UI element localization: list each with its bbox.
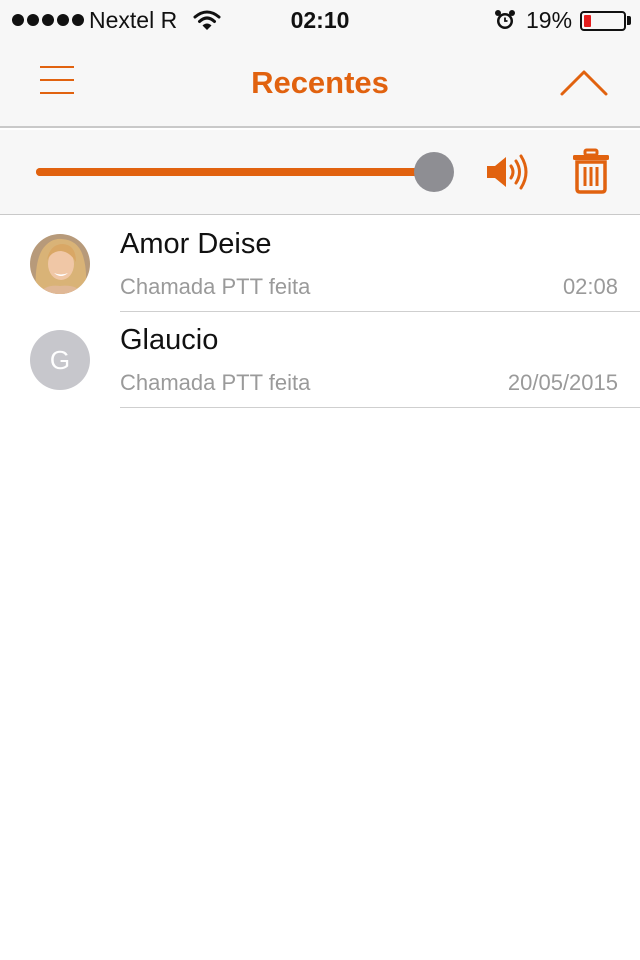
battery-percent: 19% <box>526 7 573 33</box>
call-type: Chamada PTT feita <box>120 274 311 299</box>
call-time: 02:08 <box>562 274 618 299</box>
page-title: Recentes <box>251 65 389 100</box>
recents-list: Amor Deise Chamada PTT feita 02:08 G Gla… <box>0 216 640 408</box>
call-type: Chamada PTT feita <box>120 370 311 395</box>
battery-icon <box>580 11 626 31</box>
list-item[interactable]: G Glaucio Chamada PTT feita 20/05/2015 <box>0 312 640 408</box>
avatar: G <box>30 330 90 390</box>
battery-level-fill <box>584 15 591 27</box>
contact-name: Amor Deise <box>120 228 272 260</box>
trash-icon[interactable] <box>571 148 611 194</box>
alarm-clock-icon <box>495 10 515 29</box>
battery-tip <box>627 16 631 25</box>
volume-slider[interactable] <box>36 168 434 176</box>
speaker-icon[interactable] <box>484 152 532 192</box>
volume-bar <box>0 130 640 215</box>
chevron-up-icon[interactable] <box>558 62 610 102</box>
volume-slider-fill <box>36 168 434 176</box>
list-item[interactable]: Amor Deise Chamada PTT feita 02:08 <box>0 216 640 312</box>
avatar <box>30 234 90 294</box>
nav-header: Recentes <box>0 40 640 128</box>
divider <box>120 407 640 408</box>
call-time: 20/05/2015 <box>507 370 618 395</box>
volume-slider-thumb[interactable] <box>414 152 454 192</box>
status-bar: Nextel R 02:10 19% <box>0 0 640 40</box>
contact-photo <box>30 234 90 294</box>
contact-name: Glaucio <box>120 324 219 356</box>
